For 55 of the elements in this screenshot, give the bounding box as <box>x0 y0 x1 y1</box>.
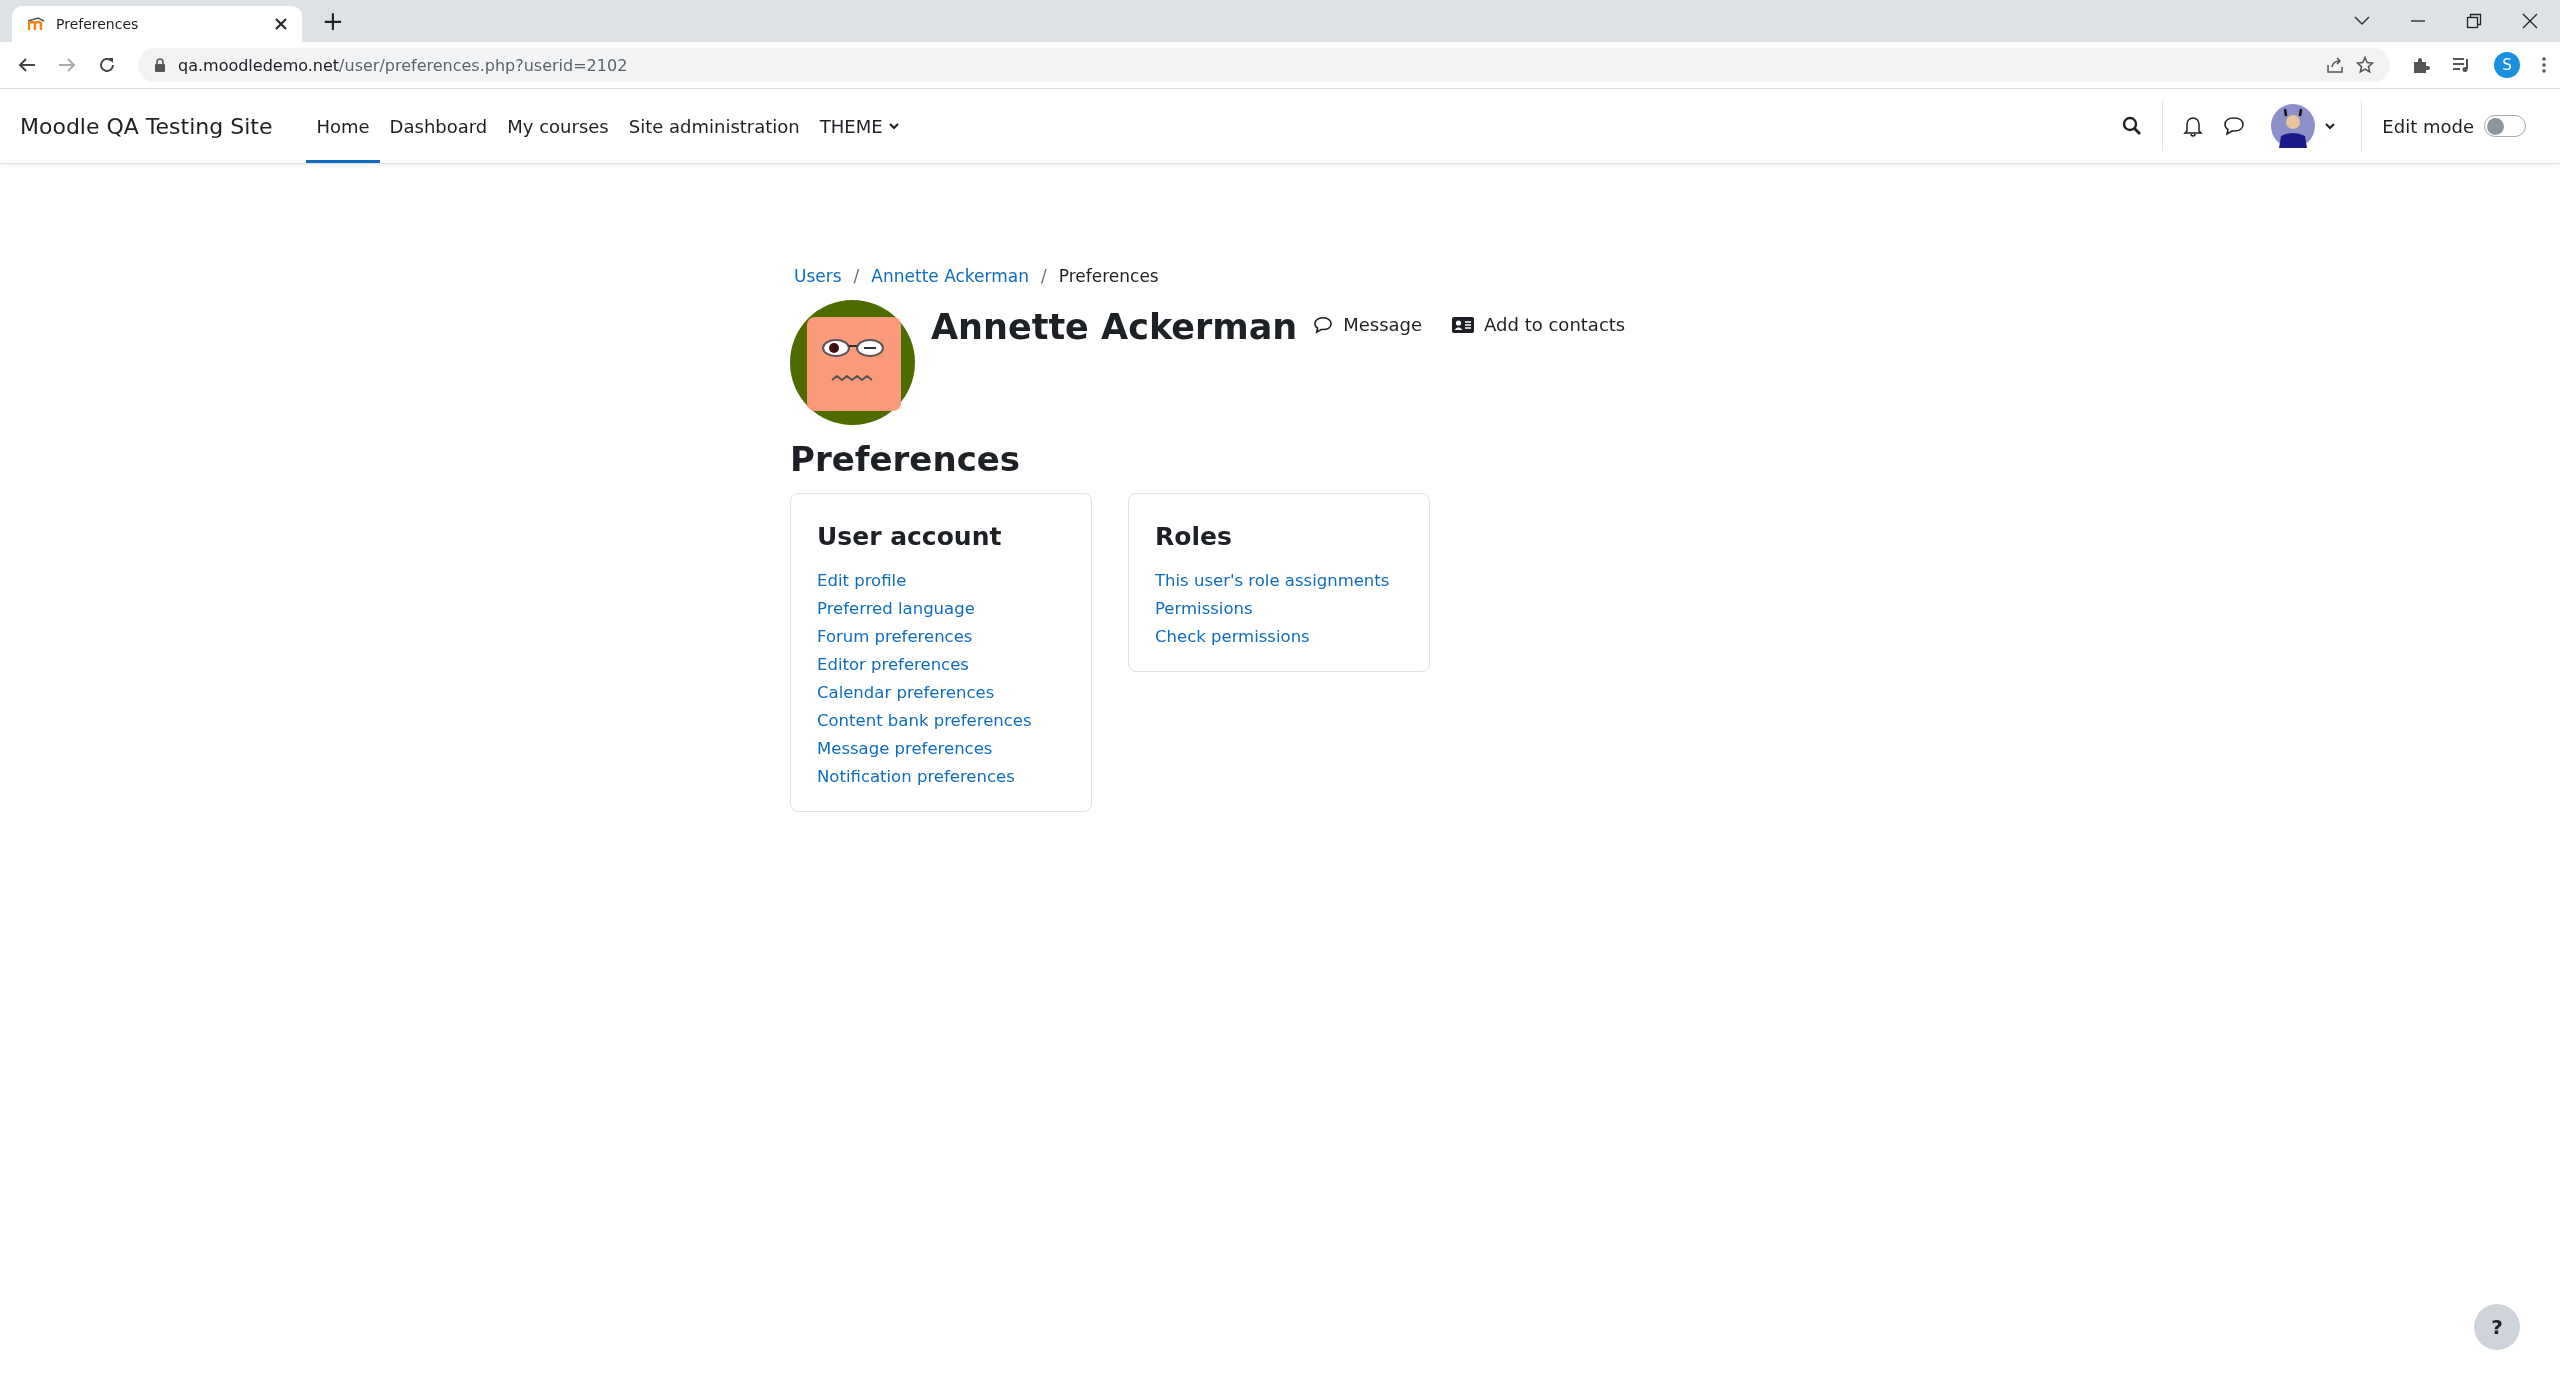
breadcrumb-current: Preferences <box>1058 266 1159 286</box>
address-field[interactable]: qa.moodledemo.net/user/preferences.php?userid=2102 <box>138 48 2390 82</box>
caret-icon <box>2325 122 2336 130</box>
close-icon[interactable] <box>274 17 288 31</box>
user-name: Annette Ackerman <box>931 306 1298 349</box>
profile-action-link[interactable]: Add to contacts <box>1452 314 1626 335</box>
nav-link[interactable]: Home <box>306 89 380 163</box>
preference-link[interactable]: Notification preferences <box>817 763 1065 791</box>
profile-action-link[interactable]: Message <box>1313 314 1423 335</box>
speech-bubble-icon[interactable] <box>2223 116 2246 136</box>
card-title: User account <box>817 522 1003 551</box>
preference-link[interactable]: Edit profile <box>817 567 1065 595</box>
bell-icon[interactable] <box>2183 115 2204 137</box>
nav-link[interactable]: Dashboard <box>379 89 498 163</box>
site-name[interactable]: Moodle QA Testing Site <box>20 113 273 139</box>
breadcrumb-link[interactable]: Users <box>794 266 842 286</box>
restore-icon[interactable] <box>2466 13 2482 29</box>
tab-title: Preferences <box>56 16 140 32</box>
preference-link[interactable]: Editor preferences <box>817 651 1065 679</box>
reload-icon[interactable] <box>98 56 116 74</box>
preference-link[interactable]: Calendar preferences <box>817 679 1065 707</box>
nav-link[interactable]: My courses <box>497 89 619 163</box>
puzzle-piece-icon[interactable] <box>2412 56 2430 74</box>
card-title: Roles <box>1155 522 1233 551</box>
preference-link[interactable]: Preferred language <box>817 595 1065 623</box>
browser-tab[interactable]: Preferences <box>12 6 302 42</box>
chevron-down-icon[interactable] <box>2354 16 2370 26</box>
breadcrumb-separator: / <box>853 266 860 286</box>
url-text: qa.moodledemo.net/user/preferences.php?userid=2102 <box>178 55 628 75</box>
search-icon[interactable] <box>2122 116 2143 136</box>
profile-avatar[interactable]: S <box>2494 52 2520 78</box>
preference-link[interactable]: Forum preferences <box>817 623 1065 651</box>
lock-icon <box>154 58 166 72</box>
preference-link[interactable]: Check permissions <box>1155 623 1403 651</box>
user-avatar-icon <box>2271 104 2316 148</box>
user-menu[interactable] <box>2271 104 2336 148</box>
edit-mode-label: Edit mode <box>2382 115 2474 137</box>
speech-bubble-icon <box>1313 315 1334 334</box>
page-title: Preferences <box>790 439 1022 479</box>
back-arrow-icon[interactable] <box>18 57 36 73</box>
new-tab-button[interactable]: + <box>316 8 350 34</box>
breadcrumb-separator: / <box>1041 266 1047 286</box>
close-icon[interactable] <box>2522 13 2538 29</box>
preference-link[interactable]: Message preferences <box>817 735 1065 763</box>
contact-card-icon <box>1452 316 1475 333</box>
help-button[interactable]: ? <box>2474 1304 2520 1350</box>
preference-link[interactable]: Permissions <box>1155 595 1403 623</box>
breadcrumb-link[interactable]: Annette Ackerman <box>871 266 1029 286</box>
nav-link[interactable]: THEME <box>809 89 909 163</box>
share-icon[interactable] <box>2326 56 2344 74</box>
preference-link[interactable]: Content bank preferences <box>817 707 1065 735</box>
nav-link[interactable]: Site administration <box>618 89 810 163</box>
star-icon[interactable] <box>2356 56 2374 74</box>
preference-link[interactable]: This user's role assignments <box>1155 567 1403 595</box>
more-menu-icon[interactable] <box>2542 57 2546 73</box>
